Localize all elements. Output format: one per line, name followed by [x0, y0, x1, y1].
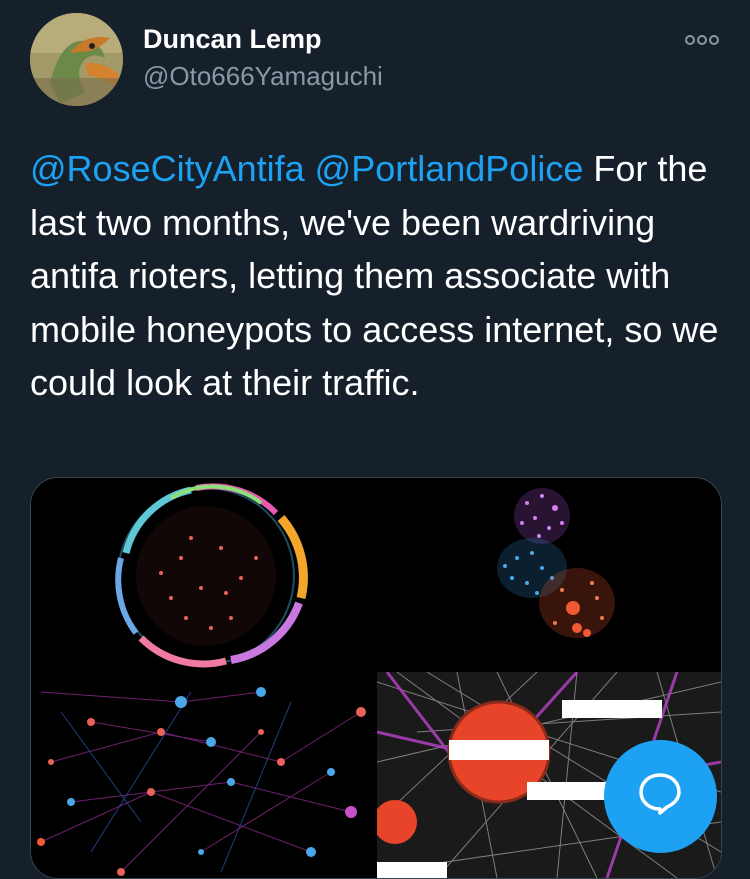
author-handle[interactable]: @Oto666Yamaguchi	[143, 61, 383, 92]
tweet-text-segment	[305, 148, 315, 189]
compose-button[interactable]	[604, 740, 717, 853]
mention-link[interactable]: @RoseCityAntifa	[30, 148, 305, 189]
avatar[interactable]	[30, 13, 123, 106]
media-tile[interactable]	[377, 478, 721, 668]
more-options-icon	[685, 35, 719, 45]
more-options-button[interactable]	[682, 25, 722, 55]
network-graph-image	[37, 687, 366, 876]
author-display-name[interactable]: Duncan Lemp	[143, 24, 322, 55]
speech-bubble-icon	[639, 773, 681, 815]
network-graph-image	[497, 488, 615, 638]
network-graph-image	[115, 483, 308, 668]
avatar-image	[30, 13, 123, 106]
tweet-text: @RoseCityAntifa @PortlandPolice For the …	[30, 142, 730, 410]
media-tile[interactable]	[31, 672, 373, 878]
mention-link[interactable]: @PortlandPolice	[315, 148, 584, 189]
media-tile[interactable]	[31, 478, 373, 668]
